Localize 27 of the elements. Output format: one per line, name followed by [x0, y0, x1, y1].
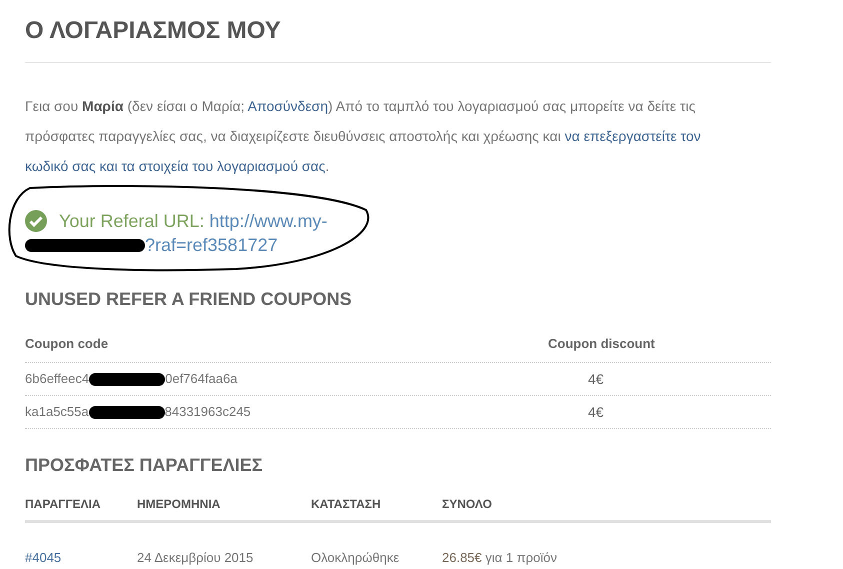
- column-header: ΠΑΡΑΓΓΕΛΙΑ: [25, 496, 102, 512]
- page-title: Ο ΛΟΓΑΡΙΑΣΜΟΣ ΜΟΥ: [25, 16, 282, 46]
- orders-heading: ΠΡΟΣΦΑΤΕΣ ΠΑΡΑΓΓΕΛΙΕΣ: [25, 454, 264, 477]
- checkmark-icon: [25, 210, 47, 232]
- referral-link[interactable]: ?raf=ref3581727: [145, 233, 278, 257]
- column-header: Coupon code: [25, 334, 110, 353]
- edit-account-link[interactable]: να επεξεργαστείτε τον: [564, 128, 701, 144]
- coupon-code: 0ef764faa6a: [165, 370, 238, 388]
- edit-account-link[interactable]: κωδικό σας και τα στοιχεία του λογαριασμού σας: [25, 158, 326, 174]
- coupon-code: 6b6effeec4: [25, 370, 90, 388]
- coupon-discount: 4€: [588, 370, 604, 388]
- coupons-heading: UNUSED REFER A FRIEND COUPONS: [25, 288, 353, 311]
- order-date: 24 Δεκεμβρίου 2015: [137, 549, 254, 568]
- coupon-discount: 4€: [588, 402, 604, 422]
- order-number-link[interactable]: #4045: [25, 548, 137, 568]
- referral-label: Your Referal URL:: [59, 210, 204, 233]
- order-total: 26.85€ για 1 προϊόν: [442, 549, 558, 568]
- coupon-code: 84331963c245: [164, 403, 251, 422]
- coupon-code: ka1a5c55a: [25, 403, 89, 422]
- intro-paragraph: Γεια σου Μαρία (δεν είσαι ο Μαρία; Αποσύνδεση) Από το ταμπλό του λογαριασμού σας μπορείτε να δείτε τις πρόσφατες παραγγελίες σας, να διαχειρίζεστε διευθύνσεις αποστολής και χρέωσης και να επεξεργαστείτε τον κωδικό σας και τα στοιχεία του λογαριασμού σας.: [25, 97, 702, 176]
- column-header: ΗΜΕΡΟΜΗΝΙΑ: [137, 496, 222, 512]
- order-status: Ολοκληρώθηκε: [311, 549, 400, 568]
- column-header: Coupon discount: [548, 334, 655, 353]
- logout-link[interactable]: Αποσύνδεση: [248, 98, 328, 114]
- column-header: ΚΑΤΑΣΤΑΣΗ: [311, 496, 382, 512]
- referral-link[interactable]: http://www.my-: [209, 209, 328, 233]
- column-header: ΣΥΝΟΛΟ: [442, 496, 493, 512]
